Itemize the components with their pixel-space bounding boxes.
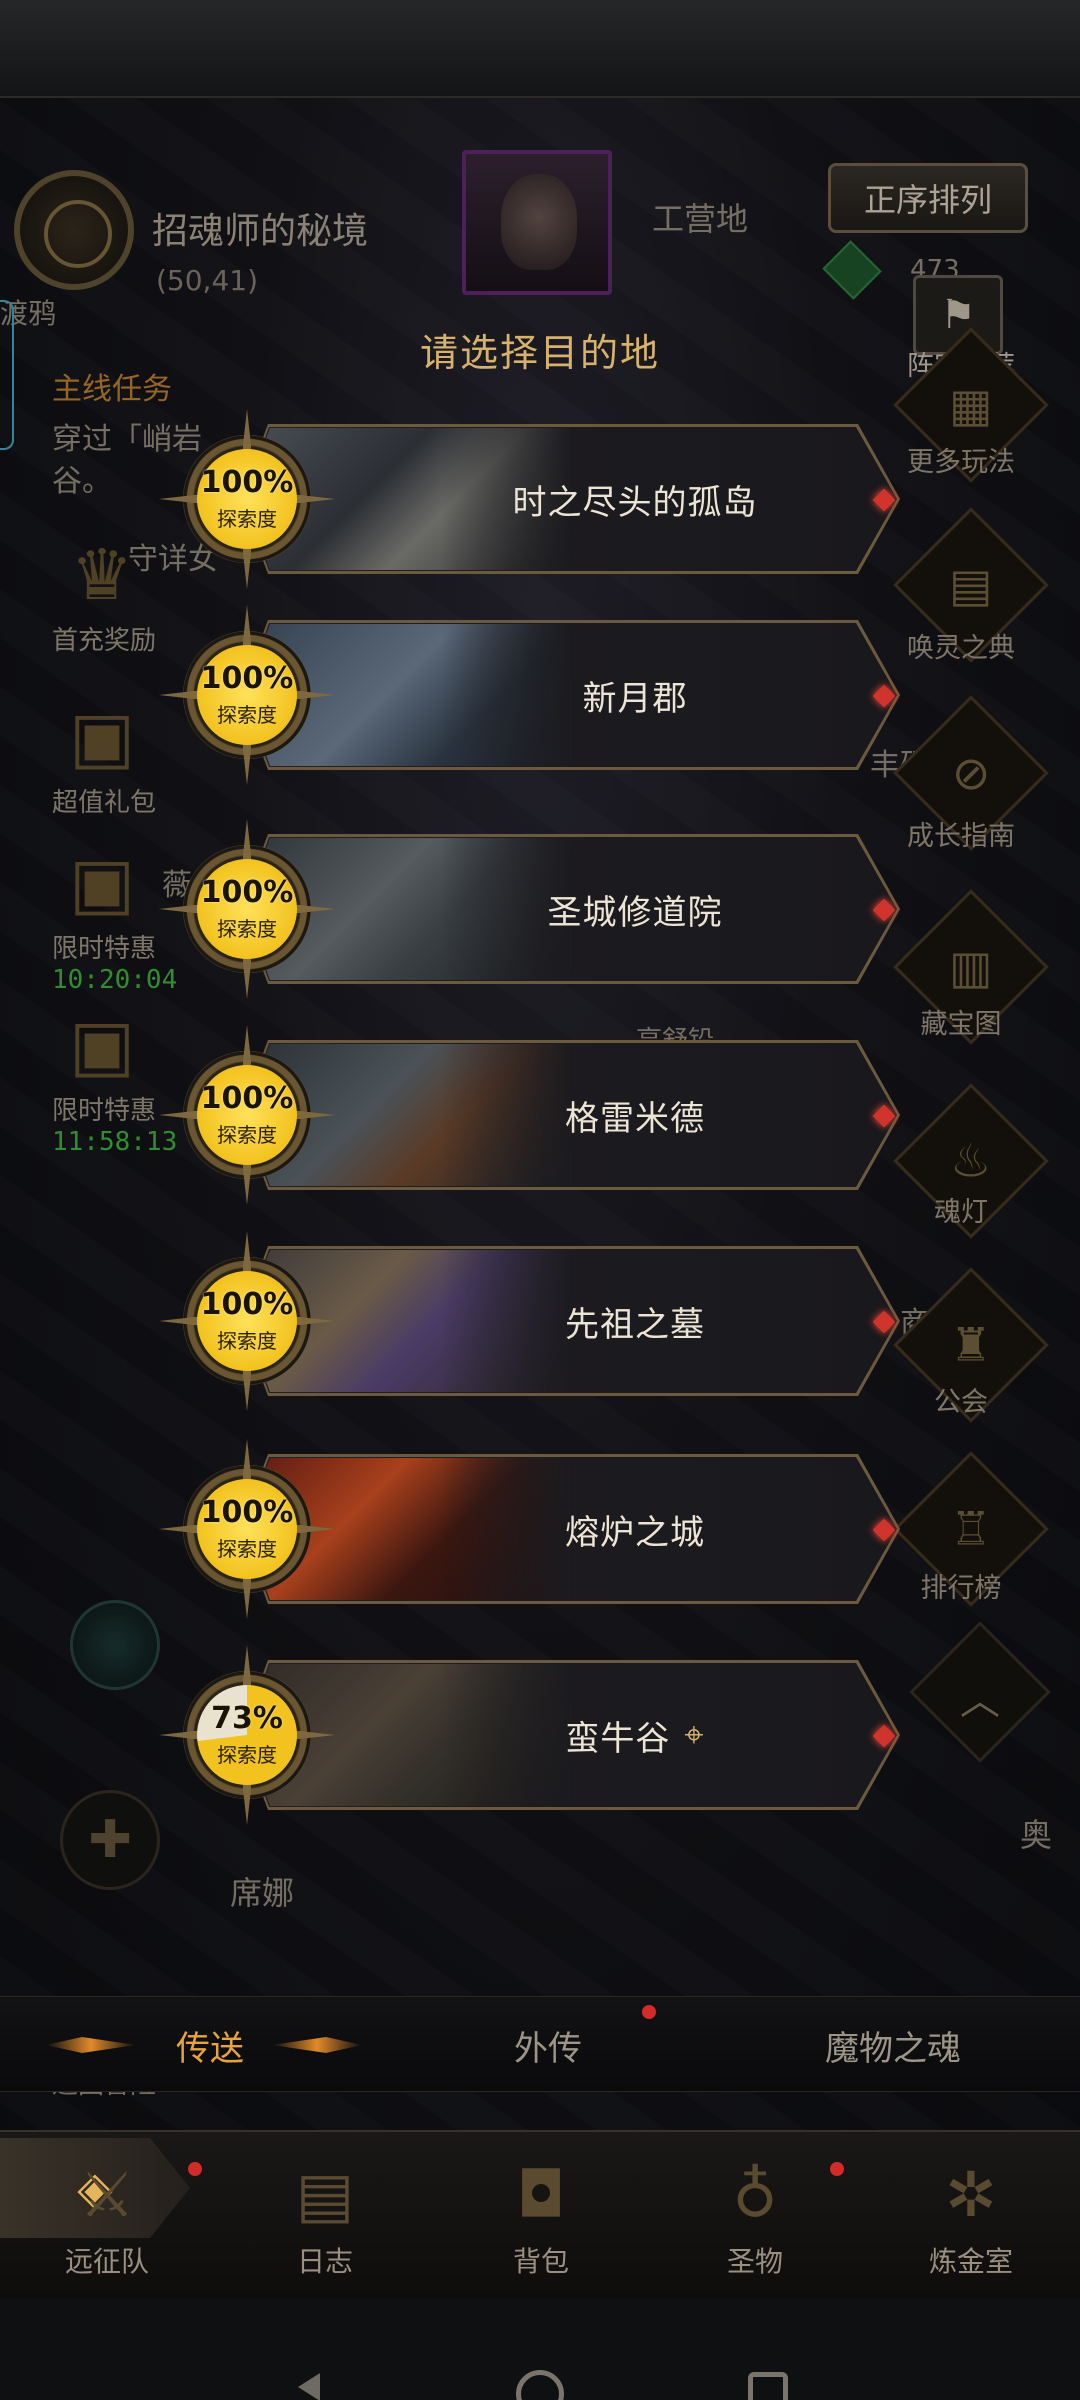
destination-row[interactable]: 格雷米德 [240, 1040, 900, 1190]
notification-dot [642, 2005, 656, 2019]
destination-name: 时之尽头的孤岛 [512, 482, 758, 523]
nav-backpack[interactable]: ◘ 背包 [466, 2150, 616, 2280]
expedition-icon: ⚔ [79, 2158, 135, 2231]
destination-row[interactable]: 新月郡 [240, 620, 900, 770]
exploration-percent: 100% [200, 1495, 294, 1530]
destination-name: 先祖之墓 [565, 1304, 705, 1345]
destination-name: 蛮牛谷 ⌖ [565, 1715, 705, 1759]
exploration-medal: 100% 探索度 [183, 845, 311, 973]
scroll-icon: ▤ [295, 2158, 355, 2231]
exploration-label: 探索度 [217, 1743, 277, 1767]
nav-alchemy[interactable]: ✲ 炼金室 [896, 2150, 1046, 2280]
location-pin-icon: ⌖ [684, 1715, 705, 1755]
tab-bar: 传送 外传 魔物之魂 [0, 1996, 1080, 2092]
exploration-label: 探索度 [217, 1329, 277, 1353]
exploration-medal: 100% 探索度 [183, 1257, 311, 1385]
exploration-label: 探索度 [217, 1123, 277, 1147]
destination-row[interactable]: 蛮牛谷 ⌖ [240, 1660, 900, 1810]
destination-row[interactable]: 熔炉之城 [240, 1454, 900, 1604]
dialog-title: 请选择目的地 [419, 331, 660, 375]
destination-name: 圣城修道院 [547, 892, 723, 933]
exploration-percent: 73% [211, 1701, 283, 1736]
back-icon[interactable] [298, 2373, 320, 2400]
exploration-medal: 100% 探索度 [183, 1465, 311, 1593]
exploration-label: 探索度 [217, 917, 277, 941]
exploration-label: 探索度 [217, 1537, 277, 1561]
exploration-medal: 100% 探索度 [183, 1051, 311, 1179]
notification-dot [188, 2162, 202, 2176]
status-bar [0, 0, 1080, 98]
destination-row[interactable]: 时之尽头的孤岛 [240, 424, 900, 574]
tab-teleport[interactable]: 传送 [110, 1997, 310, 2093]
notification-dot [830, 2162, 844, 2176]
exploration-percent: 100% [200, 1081, 294, 1116]
destination-row[interactable]: 圣城修道院 [240, 834, 900, 984]
backpack-icon: ◘ [516, 2158, 566, 2231]
nav-relics[interactable]: ♁ 圣物 [680, 2150, 830, 2280]
alchemy-icon: ✲ [945, 2158, 997, 2231]
exploration-percent: 100% [200, 875, 294, 910]
tab-side-story[interactable]: 外传 [448, 1997, 648, 2093]
exploration-medal: 100% 探索度 [183, 435, 311, 563]
nav-journal[interactable]: ▤ 日志 [250, 2150, 400, 2280]
destination-name: 新月郡 [582, 678, 688, 719]
destination-row[interactable]: 先祖之墓 [240, 1246, 900, 1396]
exploration-medal: 100% 探索度 [183, 631, 311, 759]
exploration-percent: 100% [200, 661, 294, 696]
destination-name: 格雷米德 [565, 1098, 705, 1139]
exploration-label: 探索度 [217, 507, 277, 531]
tab-monster-souls[interactable]: 魔物之魂 [768, 1997, 1018, 2093]
relic-icon: ♁ [732, 2158, 778, 2231]
exploration-medal: 73% 探索度 [183, 1671, 311, 1799]
nav-expedition[interactable]: ⚔ 远征队 [32, 2150, 182, 2280]
exploration-percent: 100% [200, 465, 294, 500]
destination-name: 熔炉之城 [565, 1512, 705, 1553]
exploration-percent: 100% [200, 1287, 294, 1322]
recents-icon[interactable] [748, 2372, 788, 2400]
exploration-label: 探索度 [217, 703, 277, 727]
